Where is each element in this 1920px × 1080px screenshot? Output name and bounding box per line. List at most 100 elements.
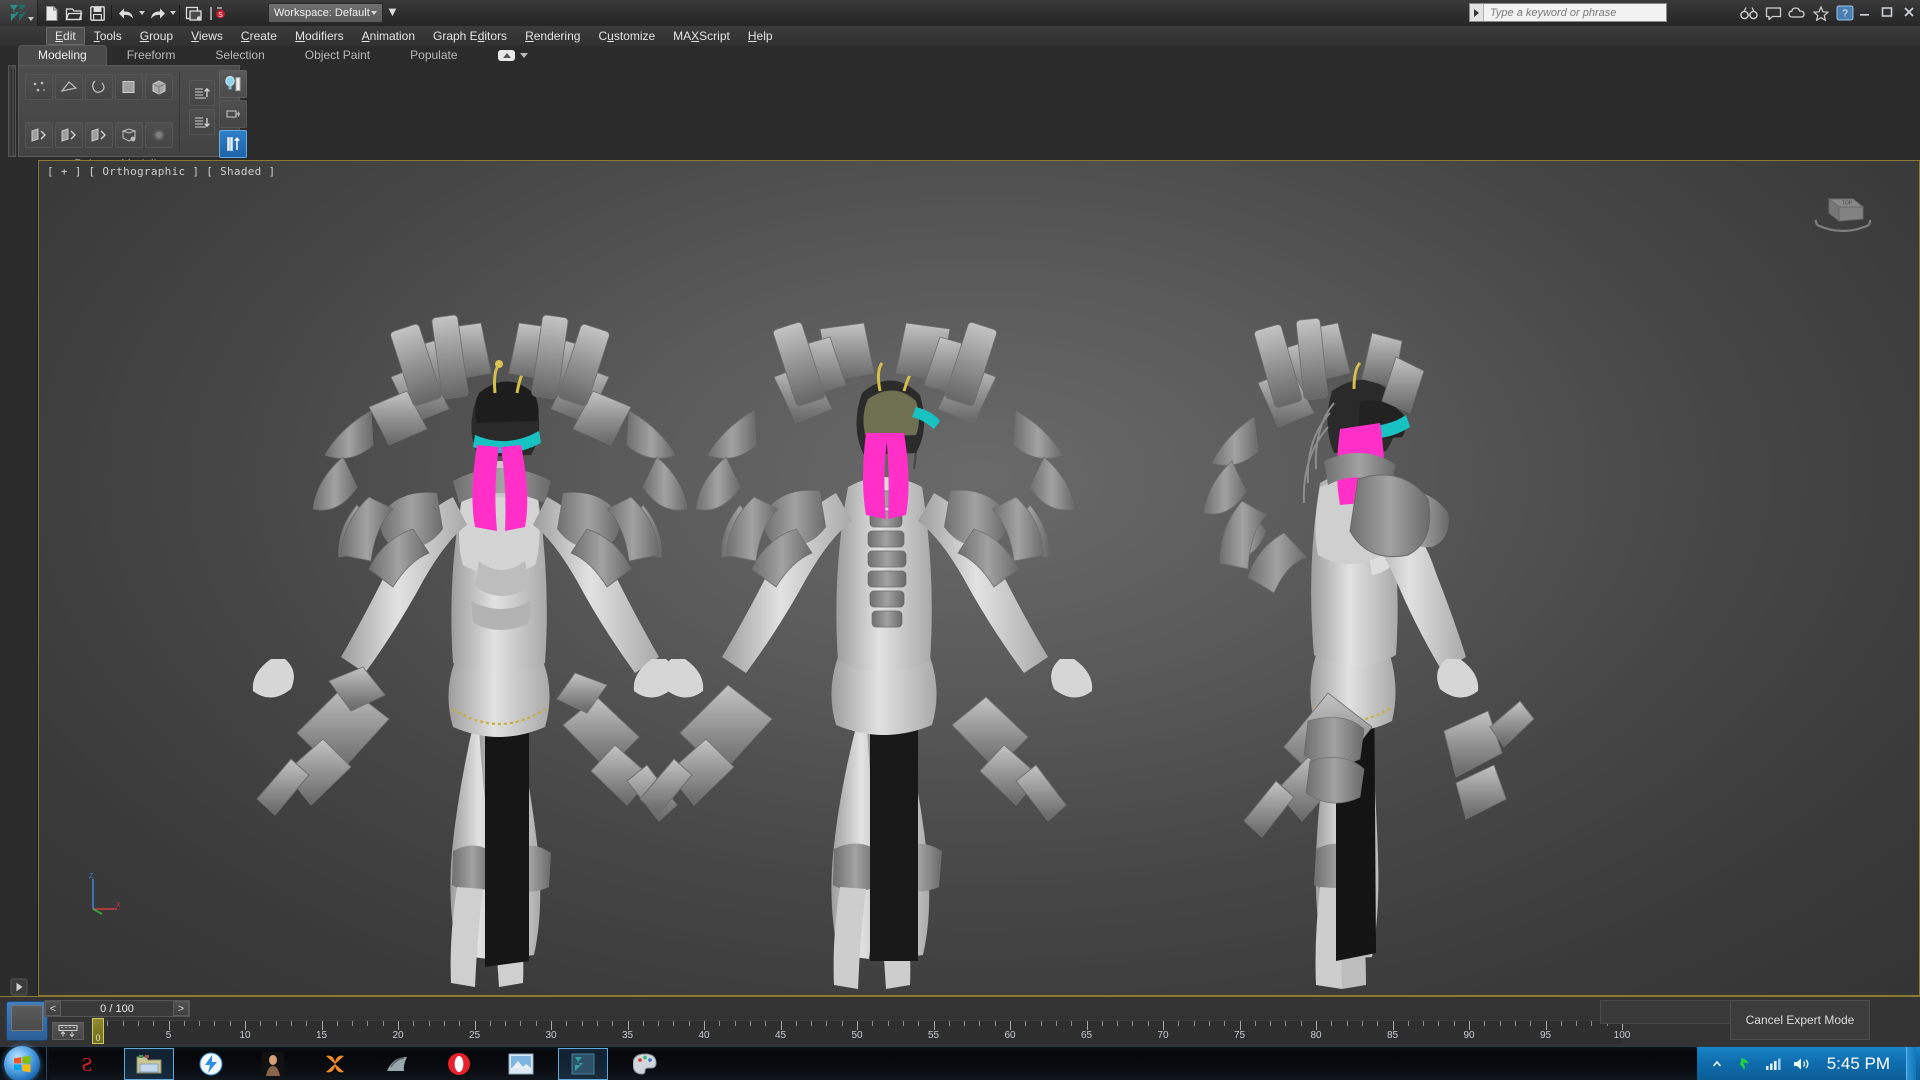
ribbon-tab-modeling[interactable]: Modeling xyxy=(18,45,107,65)
menu-item-tools[interactable]: Tools xyxy=(85,27,131,45)
ribbon-tab-populate[interactable]: Populate xyxy=(390,46,477,65)
ruler-tick xyxy=(596,1021,598,1026)
time-slider-handle[interactable]: 0 xyxy=(92,1018,104,1044)
ribbon-tab-freeform[interactable]: Freeform xyxy=(107,46,196,65)
taskbar-item-xnormal[interactable] xyxy=(304,1047,366,1080)
pin-stack-button[interactable] xyxy=(219,100,247,128)
show-end-result-button[interactable] xyxy=(219,130,247,158)
preserve-uvs-button[interactable] xyxy=(219,70,247,98)
menu-item-graph-editors[interactable]: Graph Editors xyxy=(424,27,516,45)
taskbar-item-picture-viewer[interactable] xyxy=(490,1047,552,1080)
ruler-tick xyxy=(673,1021,675,1026)
menu-item-animation[interactable]: Animation xyxy=(353,27,424,45)
taskbar-item-paint[interactable] xyxy=(614,1047,676,1080)
workspace-selector[interactable]: Workspace: Default xyxy=(268,3,383,23)
scene-explorer-icon[interactable]: S xyxy=(206,2,228,24)
populate-toggle-icon[interactable] xyxy=(478,46,548,65)
ribbon-tab-strip: Modeling Freeform Selection Object Paint Pop… xyxy=(18,45,548,65)
communication-center-icon[interactable] xyxy=(1763,3,1783,23)
menu-item-edit[interactable]: Edit xyxy=(46,27,85,45)
taskbar-item-3dsmax[interactable] xyxy=(552,1047,614,1080)
windows-start-button[interactable] xyxy=(4,1046,40,1080)
ruler-tick xyxy=(765,1021,767,1026)
cancel-expert-mode-button[interactable]: Cancel Expert Mode xyxy=(1730,1000,1870,1040)
search-input[interactable]: Type a keyword or phrase xyxy=(1469,3,1667,22)
taskbar-item-explorer[interactable] xyxy=(118,1047,180,1080)
symmetry-tools-button[interactable] xyxy=(85,122,113,148)
generate-topology-button[interactable] xyxy=(25,122,53,148)
menu-item-rendering[interactable]: Rendering xyxy=(516,27,589,45)
new-file-icon[interactable] xyxy=(40,2,62,24)
key-filters-button[interactable] xyxy=(52,1022,84,1040)
taskbar-item-tombraider[interactable] xyxy=(242,1047,304,1080)
menu-item-group[interactable]: Group xyxy=(131,27,182,45)
taskbar-item-opera[interactable] xyxy=(428,1047,490,1080)
menu-item-views[interactable]: Views xyxy=(182,27,232,45)
ruler-tick xyxy=(1193,1021,1195,1026)
network-signal-icon[interactable] xyxy=(1763,1053,1783,1075)
taskbar-item-3dsmax-icon xyxy=(570,1051,596,1077)
ruler-label: 45 xyxy=(774,1030,787,1041)
ribbon-tab-selection[interactable]: Selection xyxy=(195,46,284,65)
edge-subobject-button[interactable] xyxy=(55,74,83,100)
cloud-icon[interactable] xyxy=(1787,3,1807,23)
taskbar-item-daemon[interactable] xyxy=(180,1047,242,1080)
chevron-up-icon[interactable] xyxy=(1707,1053,1727,1075)
viewport-layout-thumbnail[interactable] xyxy=(6,1001,48,1041)
ruler-label: 65 xyxy=(1080,1030,1093,1041)
ruler-tick xyxy=(948,1021,950,1026)
vertex-subobject-button[interactable] xyxy=(25,74,53,100)
close-button[interactable] xyxy=(1898,0,1920,24)
menu-item-create[interactable]: Create xyxy=(232,27,286,45)
binoculars-icon[interactable] xyxy=(1739,3,1759,23)
minimize-button[interactable] xyxy=(1854,0,1876,24)
ribbon-tab-object-paint[interactable]: Object Paint xyxy=(285,46,390,65)
search-expand-icon[interactable] xyxy=(1470,4,1484,21)
collapse-stack-up-button[interactable] xyxy=(189,80,215,106)
menu-item-modifiers[interactable]: Modifiers xyxy=(286,27,353,45)
taskbar-clock[interactable]: 5:45 PM xyxy=(1819,1054,1898,1074)
full-interactivity-button[interactable] xyxy=(145,122,173,148)
app-menu-button[interactable] xyxy=(0,0,38,26)
frame-prev-button[interactable]: < xyxy=(45,1001,61,1016)
ruler-tick xyxy=(336,1021,338,1026)
menu-item-maxscript[interactable]: MAXScript xyxy=(664,27,739,45)
help-icon[interactable]: ? xyxy=(1835,3,1855,23)
menu-item-help[interactable]: Help xyxy=(739,27,782,45)
workspace-dropdown-icon[interactable]: ▼ xyxy=(386,4,399,19)
taskbar-item-marmoset[interactable] xyxy=(366,1047,428,1080)
view-cube[interactable]: TOP xyxy=(1809,185,1877,243)
ruler-tick xyxy=(1377,1021,1379,1026)
frame-counter[interactable]: < 0 / 100 > xyxy=(44,1000,190,1017)
ruler-tick xyxy=(1499,1021,1501,1026)
collapse-stack-down-button[interactable] xyxy=(189,109,215,135)
element-subobject-button[interactable] xyxy=(145,74,173,100)
volume-icon[interactable] xyxy=(1791,1053,1811,1075)
ribbon-panel-grip[interactable] xyxy=(8,65,16,157)
star-favorites-icon[interactable] xyxy=(1811,3,1831,23)
open-file-icon[interactable] xyxy=(63,2,85,24)
razer-tray-icon[interactable] xyxy=(1735,1053,1755,1075)
animate-playback-button[interactable] xyxy=(10,978,30,998)
viewport-orthographic[interactable]: [ + ] [ Orthographic ] [ Shaded ] TOP Z … xyxy=(38,160,1920,996)
redo-icon[interactable] xyxy=(146,2,168,24)
taskbar-item-razer[interactable]: Ƨ xyxy=(56,1047,118,1080)
redo-dropdown-caret-icon[interactable] xyxy=(170,11,176,15)
show-desktop-button[interactable] xyxy=(1906,1047,1916,1080)
undo-dropdown-caret-icon[interactable] xyxy=(139,11,145,15)
svg-text:TOP: TOP xyxy=(1842,201,1853,207)
set-project-folder-icon[interactable] xyxy=(183,2,205,24)
save-file-icon[interactable] xyxy=(86,2,108,24)
undo-icon[interactable] xyxy=(115,2,137,24)
subobject-levels-button[interactable] xyxy=(115,122,143,148)
repeat-last-button[interactable] xyxy=(55,122,83,148)
app-menu-caret-icon xyxy=(28,17,34,21)
menu-item-customize[interactable]: Customize xyxy=(589,27,664,45)
frame-next-button[interactable]: > xyxy=(173,1001,189,1016)
timeline-ruler[interactable]: 5 10 15 20 25 30 35 40 45 50 55 60 65 70 75 80 85 90 95 100 xyxy=(92,1020,1630,1044)
border-subobject-button[interactable] xyxy=(85,74,113,100)
taskbar-item-explorer-icon xyxy=(136,1051,162,1077)
polygon-subobject-button[interactable] xyxy=(115,74,143,100)
viewport-label[interactable]: [ + ] [ Orthographic ] [ Shaded ] xyxy=(47,165,275,178)
maximize-button[interactable] xyxy=(1876,0,1898,24)
